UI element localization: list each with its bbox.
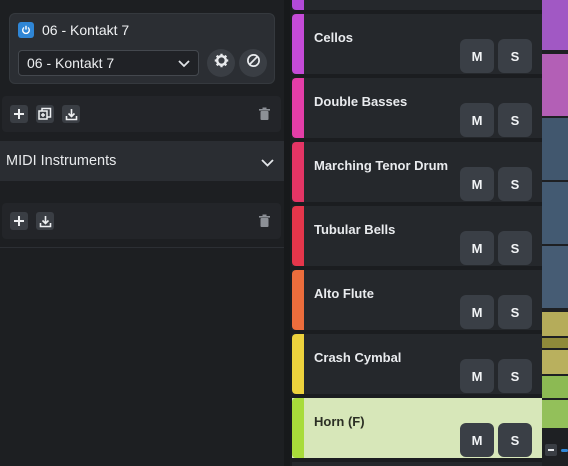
- mute-button[interactable]: M: [460, 231, 494, 265]
- midi-toolbar: [2, 203, 281, 239]
- midi-clip[interactable]: [542, 182, 568, 244]
- track-name: Cellos: [314, 30, 354, 45]
- track-color-bar: [292, 398, 304, 458]
- instrument-toolbar: [2, 96, 281, 132]
- import-icon[interactable]: [36, 212, 54, 230]
- solo-button[interactable]: S: [498, 231, 532, 265]
- minus-icon: [548, 449, 554, 451]
- midi-clip[interactable]: [542, 54, 568, 116]
- solo-button[interactable]: S: [498, 103, 532, 137]
- solo-button[interactable]: S: [498, 167, 532, 201]
- section-title: MIDI Instruments: [6, 153, 117, 169]
- track-row[interactable]: Cellos M S: [292, 14, 542, 74]
- track-row[interactable]: Marching Tenor Drum M S: [292, 142, 542, 202]
- solo-button[interactable]: S: [498, 39, 532, 73]
- midi-clip[interactable]: [542, 376, 568, 398]
- gear-icon: [214, 53, 229, 73]
- midi-clip[interactable]: [542, 0, 568, 50]
- solo-button[interactable]: S: [498, 295, 532, 329]
- track-row[interactable]: Double Basses M S: [292, 78, 542, 138]
- mute-button[interactable]: M: [460, 103, 494, 137]
- midi-clip[interactable]: [542, 246, 568, 308]
- panel-splitter[interactable]: [284, 0, 290, 466]
- instrument-select[interactable]: 06 - Kontakt 7: [18, 50, 199, 76]
- mute-button[interactable]: M: [460, 39, 494, 73]
- divider: [0, 247, 284, 248]
- solo-button[interactable]: S: [498, 423, 532, 457]
- instrument-bypass-button[interactable]: [239, 49, 267, 77]
- bypass-icon: [246, 53, 261, 73]
- instrument-title: 06 - Kontakt 7: [42, 22, 130, 38]
- add-icon[interactable]: [10, 212, 28, 230]
- track-name: Alto Flute: [314, 286, 374, 301]
- track-name: Crash Cymbal: [314, 350, 402, 365]
- track-row[interactable]: Crash Cymbal M S: [292, 334, 542, 394]
- track-partial: [292, 462, 542, 466]
- midi-clip[interactable]: [542, 400, 568, 428]
- midi-clip[interactable]: [542, 338, 568, 348]
- track-row[interactable]: Alto Flute M S: [292, 270, 542, 330]
- track-color-bar: [292, 206, 304, 266]
- duplicate-icon[interactable]: [36, 105, 54, 123]
- track-name: Double Basses: [314, 94, 408, 109]
- mute-button[interactable]: M: [460, 167, 494, 201]
- solo-button[interactable]: S: [498, 359, 532, 393]
- track-color-bar: [292, 142, 304, 202]
- mute-button[interactable]: M: [460, 359, 494, 393]
- mute-button[interactable]: M: [460, 295, 494, 329]
- instrument-card: 06 - Kontakt 7 06 - Kontakt 7: [9, 13, 275, 84]
- track-row-selected[interactable]: Horn (F) M S: [292, 398, 542, 458]
- track-color-bar: [292, 0, 304, 10]
- power-icon[interactable]: [18, 22, 34, 38]
- track-color-bar: [292, 270, 304, 330]
- zoom-slider[interactable]: [561, 449, 568, 452]
- track-name: Horn (F): [314, 414, 365, 429]
- track-row[interactable]: Tubular Bells M S: [292, 206, 542, 266]
- mute-button[interactable]: M: [460, 423, 494, 457]
- midi-clip[interactable]: [542, 118, 568, 180]
- import-icon[interactable]: [62, 105, 80, 123]
- tracks-side-panel: 06 - Kontakt 7 06 - Kontakt 7 MIDI Instr…: [0, 0, 284, 466]
- trash-icon[interactable]: [255, 105, 273, 123]
- midi-instruments-section-header[interactable]: MIDI Instruments: [0, 141, 284, 181]
- instrument-settings-button[interactable]: [207, 49, 235, 77]
- track-color-bar: [292, 334, 304, 394]
- track-name: Marching Tenor Drum: [314, 158, 449, 173]
- chevron-down-icon: [178, 55, 190, 71]
- midi-clip[interactable]: [542, 312, 568, 336]
- track-color-bar: [292, 14, 304, 74]
- track-partial: [292, 0, 542, 10]
- track-name: Tubular Bells: [314, 222, 396, 237]
- trash-icon[interactable]: [255, 212, 273, 230]
- chevron-down-icon: [261, 154, 274, 172]
- instrument-select-value: 06 - Kontakt 7: [27, 55, 115, 71]
- zoom-out-button[interactable]: [545, 444, 557, 456]
- midi-clip[interactable]: [542, 350, 568, 374]
- add-icon[interactable]: [10, 105, 28, 123]
- track-color-bar: [292, 78, 304, 138]
